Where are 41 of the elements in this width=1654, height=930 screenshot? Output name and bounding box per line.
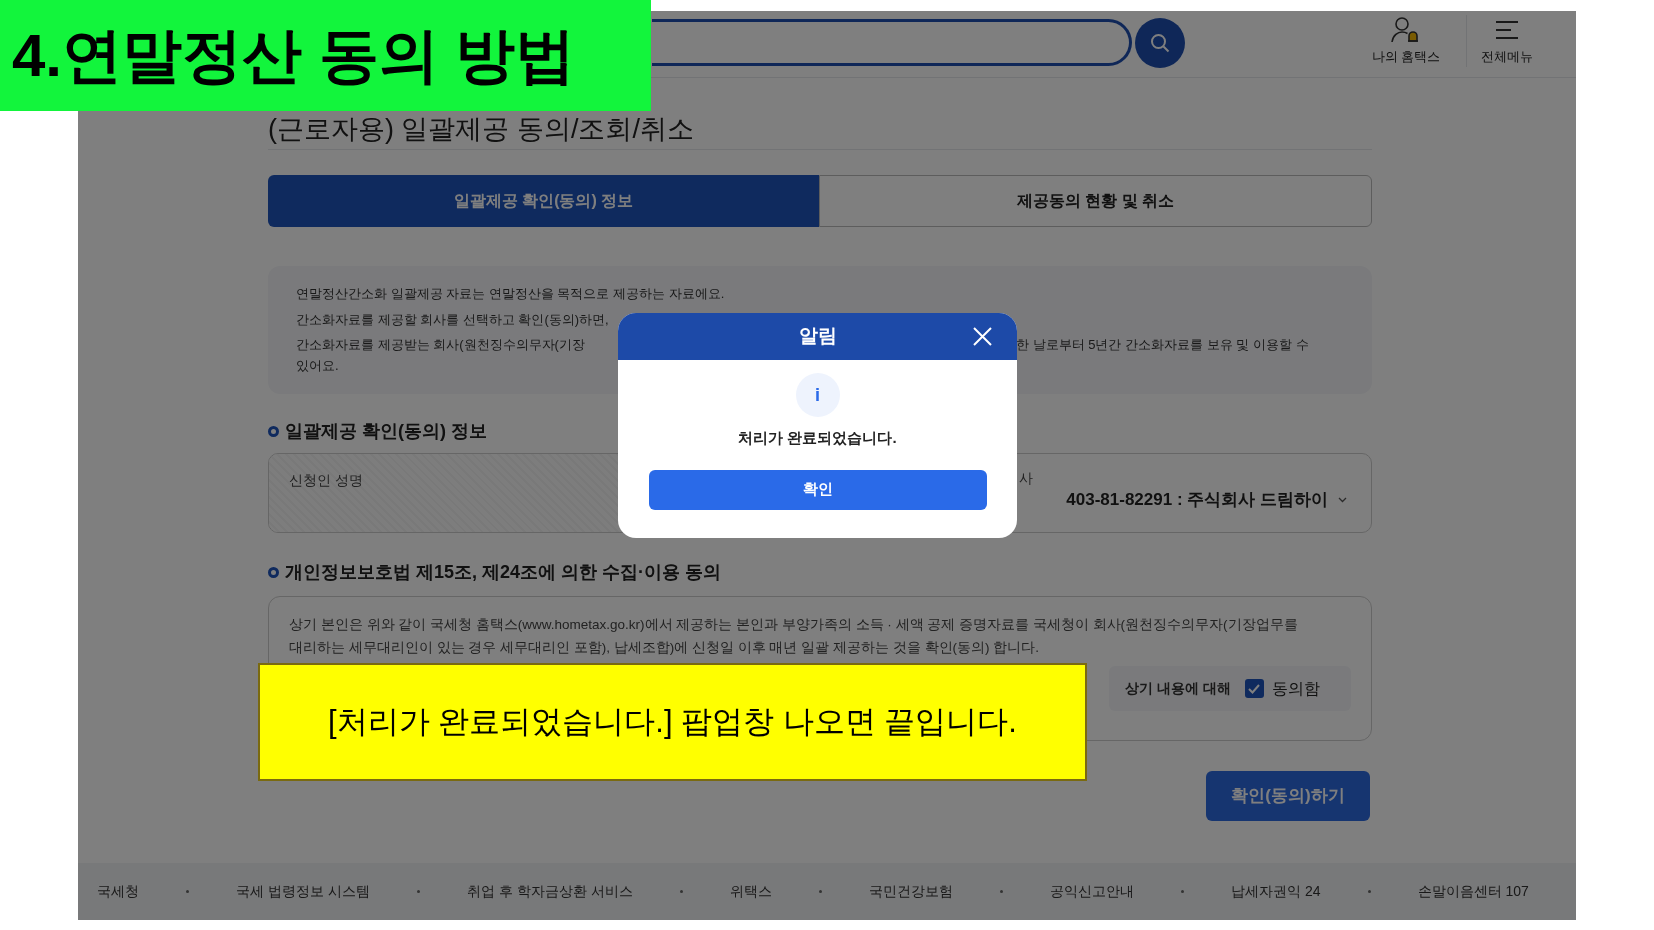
tab[interactable]: 일괄제공 확인(동의) 정보: [268, 175, 819, 227]
notice-text: 간소화자료를 제공받는 회사(원천징수의무자(기장: [296, 336, 585, 354]
footer-link[interactable]: 위택스: [729, 881, 772, 902]
notice-text: 간소화자료를 제공할 회사를 선택하고 확인(동의)하면,: [296, 310, 609, 329]
tab[interactable]: 제공동의 현황 및 취소: [819, 175, 1372, 227]
footer-link[interactable]: 국세 법령정보 시스템: [236, 881, 370, 902]
footer-link[interactable]: 손말이음센터 107: [1417, 881, 1529, 902]
nav-link[interactable]: 전체메뉴: [1480, 15, 1533, 67]
footer-link[interactable]: 공익신고안내: [1049, 881, 1134, 902]
agree-checkbox[interactable]: 동의함: [1244, 676, 1320, 701]
check-icon: [1248, 683, 1261, 694]
notice-text: 있어요.: [295, 356, 340, 375]
title-banner: 4.연말정산 동의 방법: [0, 0, 651, 111]
bullet-icon: [268, 567, 279, 578]
section-heading: 일괄제공 확인(동의) 정보: [285, 420, 487, 443]
notice-text: 한 날로부터 5년간 간소화자료를 보유 및 이용할 수: [1016, 336, 1309, 354]
agree-prompt: 상기 내용에 대해: [1125, 679, 1231, 698]
search-icon: [1149, 32, 1171, 54]
footer-link[interactable]: 국민건강보험: [868, 881, 953, 902]
ok-button[interactable]: 확인: [648, 469, 987, 510]
dialog-title: 알림: [798, 324, 837, 349]
field-label: 사: [1019, 469, 1034, 488]
close-button[interactable]: [972, 326, 993, 347]
confirm-agree-button[interactable]: 확인(동의)하기: [1206, 771, 1370, 821]
dialog-message: 처리가 완료되었습니다.: [738, 428, 897, 448]
consent-text: 상기 본인은 위와 같이 국세청 홈택스(www.hometax.go.kr)에서 제공하는 본인과 부양가족의 소득 · 세액 공제 증명자료를 국세청이 회사(원천징수의무자(기장업무를 대리하는 세무대리인이 있는 경우 세무대리인 포함), 납세조합)에 신청일 이후 매년 일괄 제공하는 것을 확인(동의) 합니다.: [289, 616, 1299, 657]
search-button[interactable]: [1135, 18, 1185, 68]
field-label: 신청인 성명: [289, 472, 363, 488]
search-field[interactable]: [652, 19, 1132, 66]
footer-link[interactable]: 국세청: [97, 881, 139, 902]
section-heading: 개인정보보호법 제15조, 제24조에 의한 수집·이용 동의: [285, 561, 722, 584]
notice-text: 연말정산간소화 일괄제공 자료는 연말정산을 목적으로 제공하는 자료에요.: [296, 285, 725, 303]
annotation-note: [처리가 완료되었습니다.] 팝업창 나오면 끝입니다.: [258, 663, 1087, 781]
nav-link[interactable]: 나의 홈택스: [1371, 15, 1441, 67]
close-icon: [972, 326, 993, 347]
footer-link[interactable]: 취업 후 학자금상환 서비스: [466, 881, 633, 902]
info-icon: i: [795, 373, 840, 417]
chevron-down-icon: [1338, 496, 1347, 503]
bullet-icon: [268, 426, 279, 437]
footer-link[interactable]: 납세자권익 24: [1231, 881, 1321, 902]
company-select[interactable]: 403-81-82291 : 주식회사 드림하이: [1066, 487, 1347, 513]
